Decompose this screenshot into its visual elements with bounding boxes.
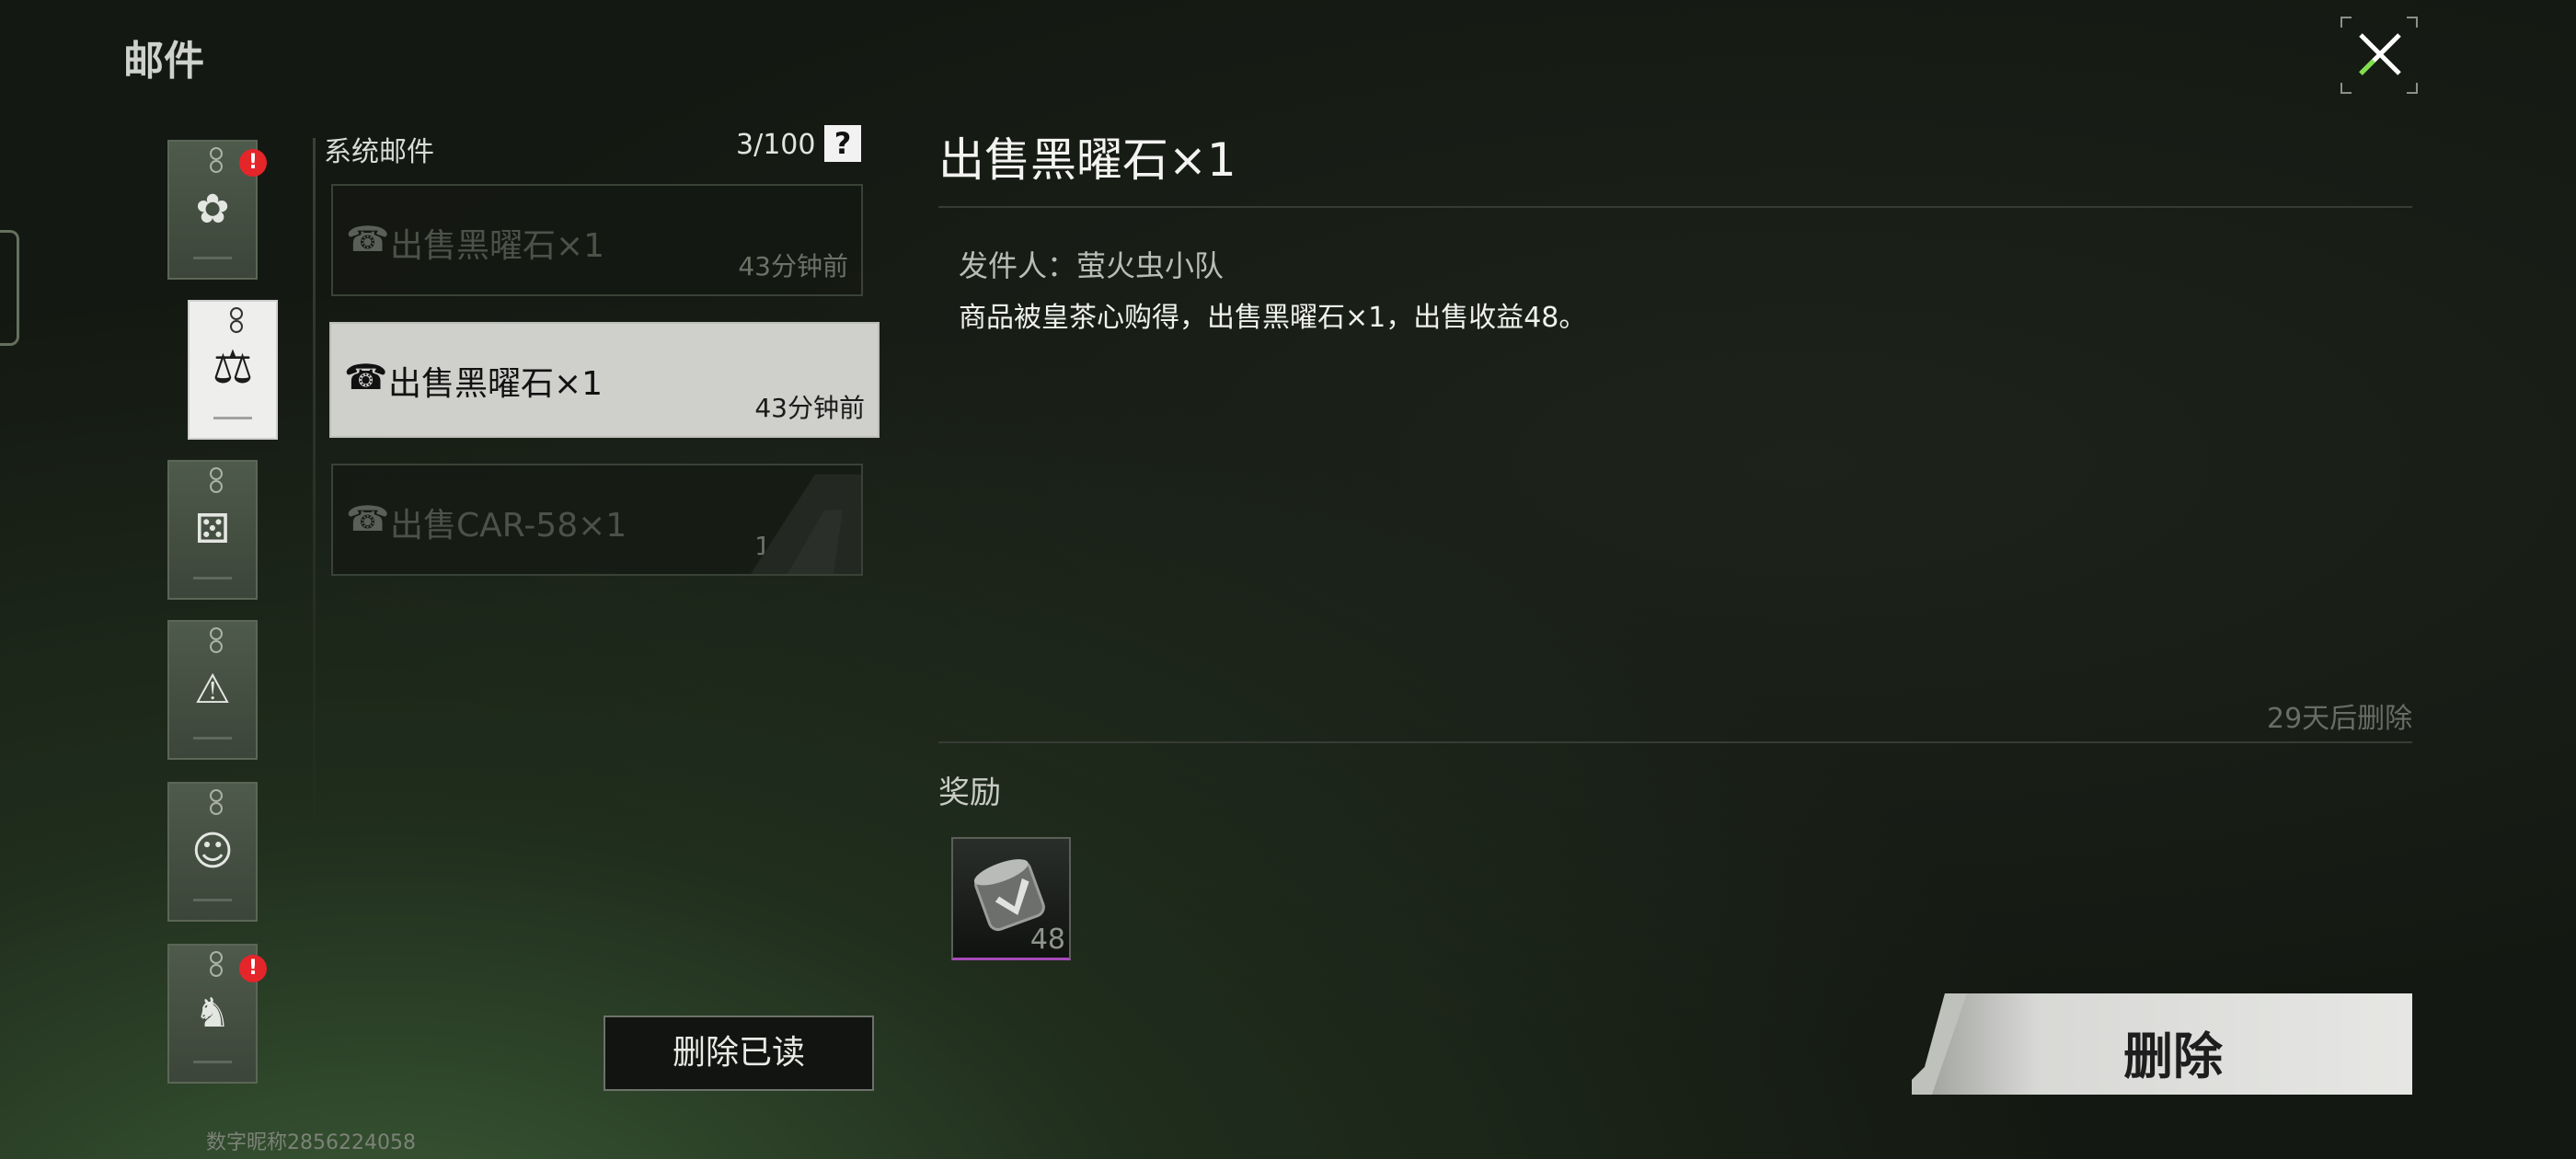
reward-label: 奖励	[938, 775, 1001, 811]
envelope-clasp	[210, 160, 223, 173]
tab-warning[interactable]: ⚠	[167, 620, 258, 760]
envelope-clasp	[210, 951, 223, 964]
warning-icon: ⚠	[194, 666, 231, 713]
divider	[938, 206, 2412, 208]
shop-icon: ☎	[346, 219, 390, 259]
envelope-clasp	[210, 964, 223, 977]
mail-item[interactable]: ☎ 出售黑曜石×1 43分钟前	[331, 184, 863, 296]
mail-item-title: 出售黑曜石×1	[390, 227, 605, 265]
tab-caption-line	[193, 899, 232, 901]
mail-item-time: 43分钟前	[754, 393, 865, 423]
auction-hammer-icon: ⚖	[212, 340, 254, 394]
reward-item[interactable]: 48	[951, 837, 1071, 960]
envelope-clasp	[210, 802, 223, 815]
avatar-icon: ☺	[191, 828, 234, 875]
tab-system[interactable]: ✿ !	[167, 140, 267, 280]
envelope-clasp	[210, 147, 223, 160]
tabs-divider	[313, 138, 316, 855]
mail-item-time: 43分钟前	[738, 251, 848, 281]
mail-item-title: 出售CAR-58×1	[390, 507, 627, 545]
close-button[interactable]	[2340, 17, 2418, 94]
mail-item-decoration	[751, 474, 861, 574]
delete-button-label: 删除	[2123, 1027, 2223, 1085]
unread-badge: !	[239, 149, 267, 177]
mail-sender: 发件人：萤火虫小队	[959, 248, 1225, 283]
mail-body: 商品被皇茶心购得，出售黑曜石×1，出售收益48。	[959, 302, 1587, 334]
mail-item-selected[interactable]: ☎ 出售黑曜石×1 43分钟前	[329, 322, 880, 438]
tab-character[interactable]: ☺	[167, 782, 258, 922]
expire-notice: 29天后删除	[2267, 703, 2413, 735]
help-button[interactable]: ?	[824, 125, 861, 162]
envelope-clasp	[230, 320, 243, 333]
tab-caption-line	[193, 737, 232, 740]
page-title: 邮件	[123, 38, 204, 85]
close-icon	[2359, 33, 2401, 75]
bear-icon: ♞	[194, 990, 231, 1037]
tab-caption-line	[213, 417, 252, 419]
list-title: 系统邮件	[324, 136, 434, 168]
side-bracket	[0, 230, 19, 346]
envelope-clasp	[210, 627, 223, 640]
unread-badge: !	[239, 955, 267, 982]
envelope-clasp	[210, 640, 223, 653]
divider	[938, 741, 2412, 743]
player-nickname: 数字昵称2856224058	[206, 1131, 416, 1154]
envelope-clasp	[230, 307, 243, 320]
tab-caption-line	[193, 257, 232, 259]
reward-quantity: 48	[1029, 924, 1065, 956]
mail-item[interactable]: ☎ 出售CAR-58×1 1小时前	[331, 464, 863, 576]
mail-count: 3/100	[736, 129, 816, 161]
tab-pet[interactable]: ♞ !	[167, 944, 267, 1084]
gear-icon: ✿	[195, 186, 230, 233]
mail-item-title: 出售黑曜石×1	[388, 365, 604, 403]
envelope-clasp	[210, 789, 223, 802]
delete-read-button[interactable]: 删除已读	[604, 1016, 874, 1091]
tab-caption-line	[193, 1061, 232, 1063]
mail-detail-title: 出售黑曜石×1	[938, 133, 1236, 187]
delete-button[interactable]: 删除	[1912, 993, 2412, 1095]
envelope-clasp	[210, 467, 223, 480]
tab-game[interactable]: ⚄	[167, 460, 258, 600]
shop-icon: ☎	[346, 499, 390, 539]
envelope-clasp	[210, 480, 223, 493]
tab-caption-line	[193, 577, 232, 580]
shop-icon: ☎	[344, 357, 388, 397]
dice-icon: ⚄	[194, 506, 231, 553]
tab-market[interactable]: ⚖	[188, 300, 278, 440]
